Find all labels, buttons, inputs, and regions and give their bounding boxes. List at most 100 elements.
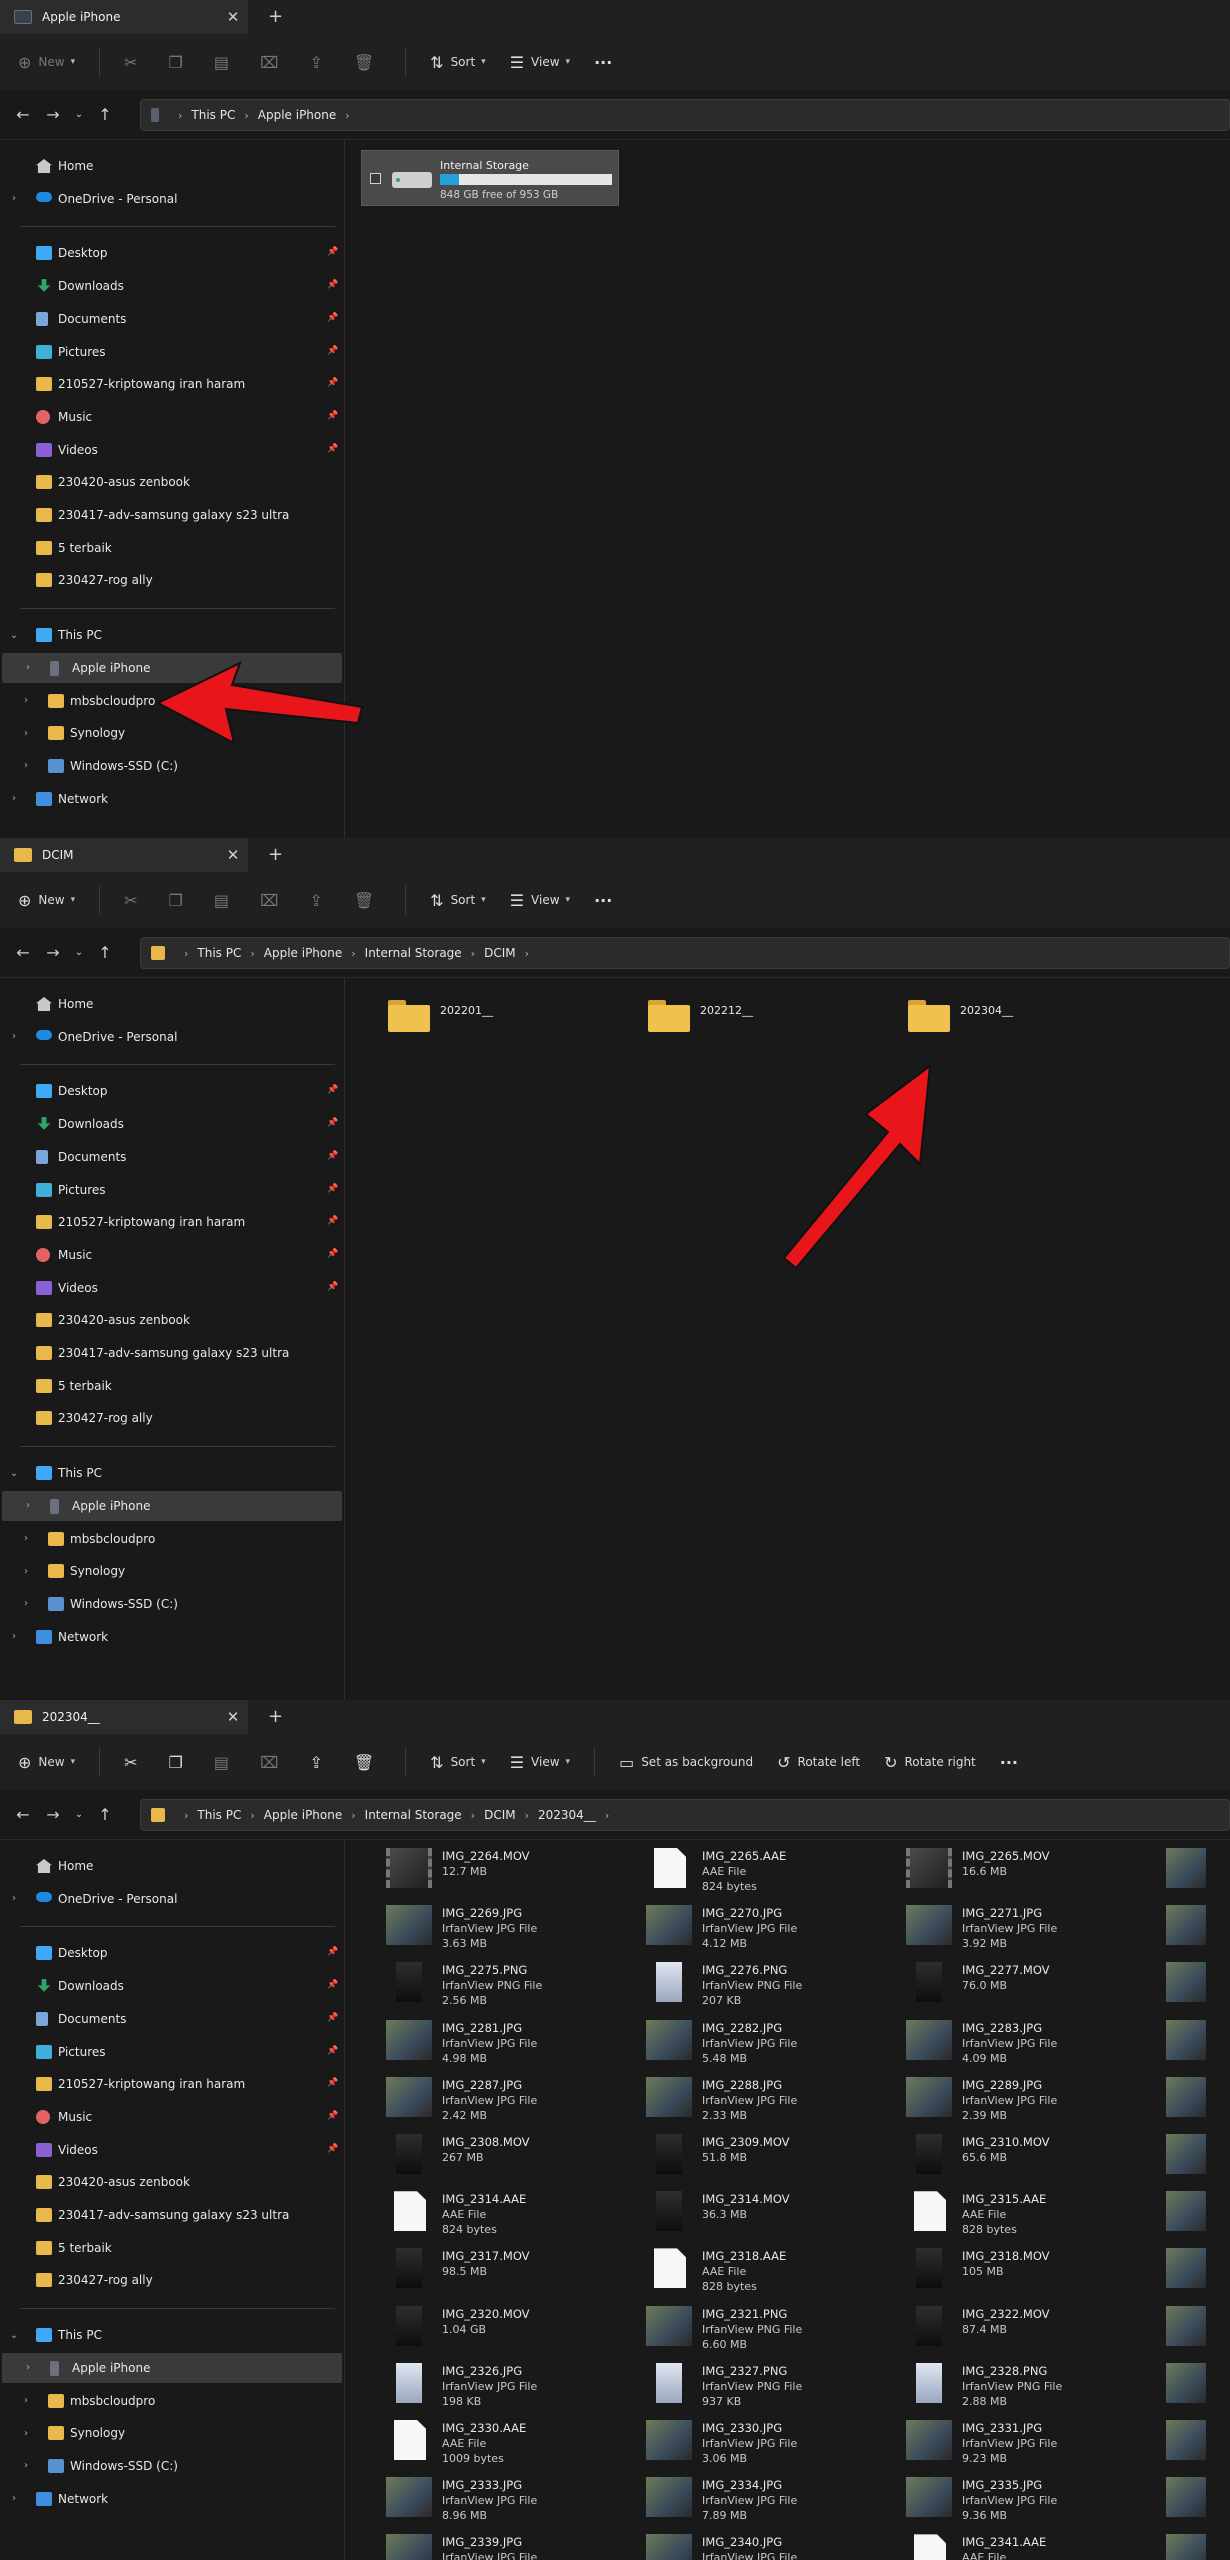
- sidebar-item[interactable]: Desktop 📌: [0, 238, 340, 268]
- sidebar-item[interactable]: › Network: [0, 784, 340, 814]
- chevron-down-icon[interactable]: ⌄: [68, 1809, 90, 1820]
- sidebar-item[interactable]: › Network: [0, 2484, 340, 2514]
- sidebar-item[interactable]: 230427-rog ally: [0, 2265, 340, 2295]
- breadcrumb-item[interactable]: This PC: [197, 946, 241, 960]
- sidebar-item[interactable]: Videos 📌: [0, 435, 340, 465]
- sidebar-item[interactable]: Videos 📌: [0, 2135, 340, 2165]
- more-options-button[interactable]: ···: [594, 53, 612, 72]
- forward-icon[interactable]: →: [38, 105, 68, 124]
- address-bar[interactable]: › This PC › Apple iPhone › Internal Stor…: [140, 937, 1230, 969]
- file-item[interactable]: IMG_2320.MOV 1.04 GB: [386, 2305, 644, 2356]
- checkbox[interactable]: [370, 173, 381, 184]
- chevron-down-icon[interactable]: ⌄: [8, 1468, 20, 1479]
- new-tab-icon[interactable]: +: [268, 1706, 283, 1727]
- breadcrumb-item[interactable]: Apple iPhone: [264, 1808, 342, 1822]
- share-button[interactable]: ⇪: [309, 53, 329, 72]
- file-item[interactable]: IMG_2341.AAE AAE File: [906, 2534, 1164, 2560]
- new-button[interactable]: ⊕ New ▾: [18, 53, 75, 72]
- chevron-right-icon[interactable]: ›: [20, 2460, 32, 2471]
- new-button[interactable]: ⊕ New ▾: [18, 1753, 75, 1772]
- sidebar-item[interactable]: 230417-adv-samsung galaxy s23 ultra: [0, 500, 340, 530]
- file-item[interactable]: IMG_2318.MOV 105 MB: [906, 2248, 1164, 2298]
- sort-button[interactable]: ⇅ Sort ▾: [430, 1753, 486, 1772]
- sidebar-item[interactable]: Desktop 📌: [0, 1938, 340, 1968]
- file-item[interactable]: IMG_2264.MOV 12.7 MB: [386, 1848, 644, 1898]
- sidebar-item[interactable]: Documents 📌: [0, 2004, 340, 2034]
- sidebar-item[interactable]: › Windows-SSD (C:): [0, 751, 340, 781]
- internal-storage-tile[interactable]: Internal Storage 848 GB free of 953 GB: [361, 150, 619, 206]
- file-item[interactable]: IMG_2308.MOV 267 MB: [386, 2134, 644, 2184]
- sidebar-item[interactable]: Downloads 📌: [0, 271, 340, 301]
- sidebar-item[interactable]: 230427-rog ally: [0, 1403, 340, 1433]
- sidebar-item[interactable]: Home: [0, 1851, 340, 1881]
- partial-file-thumbnail[interactable]: [1166, 2134, 1206, 2174]
- sidebar-item[interactable]: › Apple iPhone: [2, 652, 342, 683]
- view-button[interactable]: ☰ View ▾: [510, 53, 570, 72]
- file-item[interactable]: IMG_2287.JPG IrfanView JPG File 2.42 MB: [386, 2076, 644, 2127]
- sidebar-item[interactable]: › mbsbcloudpro: [0, 2386, 340, 2416]
- breadcrumb-item[interactable]: Internal Storage: [365, 946, 462, 960]
- close-tab-icon[interactable]: ✕: [218, 8, 248, 26]
- close-tab-icon[interactable]: ✕: [218, 1708, 248, 1726]
- sidebar-item[interactable]: 230420-asus zenbook: [0, 1305, 340, 1335]
- file-item[interactable]: IMG_2282.JPG IrfanView JPG File 5.48 MB: [646, 2019, 904, 2070]
- file-item[interactable]: IMG_2339.JPG IrfanView JPG File: [386, 2534, 644, 2560]
- file-item[interactable]: IMG_2330.AAE AAE File 1009 bytes: [386, 2420, 644, 2470]
- breadcrumb-item[interactable]: DCIM: [484, 946, 516, 960]
- file-item[interactable]: IMG_2309.MOV 51.8 MB: [646, 2134, 904, 2184]
- chevron-right-icon[interactable]: ›: [8, 793, 20, 804]
- chevron-right-icon[interactable]: ›: [20, 695, 32, 706]
- delete-button[interactable]: 🗑: [354, 1753, 381, 1772]
- address-bar[interactable]: › This PC › Apple iPhone › Internal Stor…: [140, 1799, 1230, 1831]
- new-tab-icon[interactable]: +: [268, 844, 283, 865]
- file-item[interactable]: IMG_2271.JPG IrfanView JPG File 3.92 MB: [906, 1905, 1164, 1955]
- sidebar-item[interactable]: 210527-kriptowang iran haram 📌: [0, 1207, 340, 1237]
- back-icon[interactable]: ←: [8, 105, 38, 124]
- close-tab-icon[interactable]: ✕: [218, 846, 248, 864]
- paste-button[interactable]: ▤: [214, 1753, 236, 1772]
- partial-file-thumbnail[interactable]: [1166, 1962, 1206, 2003]
- file-item[interactable]: IMG_2326.JPG IrfanView JPG File 198 KB: [386, 2362, 644, 2413]
- partial-file-thumbnail[interactable]: [1166, 2305, 1206, 2346]
- tab-202304[interactable]: 202304__ ✕: [0, 1700, 248, 1734]
- sidebar-item[interactable]: Documents 📌: [0, 304, 340, 334]
- partial-file-thumbnail[interactable]: [1166, 2362, 1206, 2403]
- file-item[interactable]: IMG_2328.PNG IrfanView PNG File 2.88 MB: [906, 2362, 1164, 2413]
- tab-dcim[interactable]: DCIM ✕: [0, 838, 248, 872]
- file-item[interactable]: IMG_2277.MOV 76.0 MB: [906, 1962, 1164, 2012]
- copy-button[interactable]: ❐: [169, 891, 190, 910]
- sort-button[interactable]: ⇅ Sort ▾: [430, 53, 486, 72]
- breadcrumb-item[interactable]: DCIM: [484, 1808, 516, 1822]
- file-item[interactable]: IMG_2327.PNG IrfanView PNG File 937 KB: [646, 2362, 904, 2413]
- breadcrumb-item[interactable]: Apple iPhone: [264, 946, 342, 960]
- sidebar-item[interactable]: 230427-rog ally: [0, 565, 340, 595]
- breadcrumb-item[interactable]: This PC: [197, 1808, 241, 1822]
- file-item[interactable]: IMG_2288.JPG IrfanView JPG File 2.33 MB: [646, 2076, 904, 2127]
- breadcrumb-item[interactable]: This PC: [191, 108, 235, 122]
- breadcrumb-item[interactable]: Internal Storage: [365, 1808, 462, 1822]
- file-item[interactable]: IMG_2289.JPG IrfanView JPG File 2.39 MB: [906, 2076, 1164, 2127]
- chevron-down-icon[interactable]: ⌄: [68, 947, 90, 958]
- partial-file-thumbnail[interactable]: [1166, 2477, 1206, 2518]
- sidebar-item[interactable]: Music 📌: [0, 402, 340, 432]
- chevron-right-icon[interactable]: ›: [22, 2362, 34, 2373]
- delete-button[interactable]: 🗑: [354, 891, 381, 910]
- sidebar-item[interactable]: › Windows-SSD (C:): [0, 1589, 340, 1619]
- partial-file-thumbnail[interactable]: [1166, 2420, 1206, 2460]
- paste-button[interactable]: ▤: [214, 891, 236, 910]
- file-item[interactable]: IMG_2334.JPG IrfanView JPG File 7.89 MB: [646, 2477, 904, 2527]
- delete-button[interactable]: 🗑: [354, 53, 381, 72]
- chevron-right-icon[interactable]: ›: [20, 1533, 32, 1544]
- file-item[interactable]: IMG_2314.AAE AAE File 824 bytes: [386, 2191, 644, 2241]
- sidebar-item[interactable]: 210527-kriptowang iran haram 📌: [0, 369, 340, 399]
- sidebar-item[interactable]: › Network: [0, 1622, 340, 1652]
- chevron-down-icon[interactable]: ⌄: [8, 630, 20, 641]
- file-item[interactable]: IMG_2314.MOV 36.3 MB: [646, 2191, 904, 2241]
- chevron-right-icon[interactable]: ›: [8, 193, 20, 204]
- file-item[interactable]: IMG_2321.PNG IrfanView PNG File 6.60 MB: [646, 2305, 904, 2356]
- chevron-right-icon[interactable]: ›: [8, 1631, 20, 1642]
- sidebar-item[interactable]: › OneDrive - Personal: [0, 1884, 340, 1914]
- file-item[interactable]: IMG_2340.JPG IrfanView JPG File: [646, 2534, 904, 2560]
- chevron-right-icon[interactable]: ›: [20, 760, 32, 771]
- rename-button[interactable]: ⌧: [260, 891, 285, 910]
